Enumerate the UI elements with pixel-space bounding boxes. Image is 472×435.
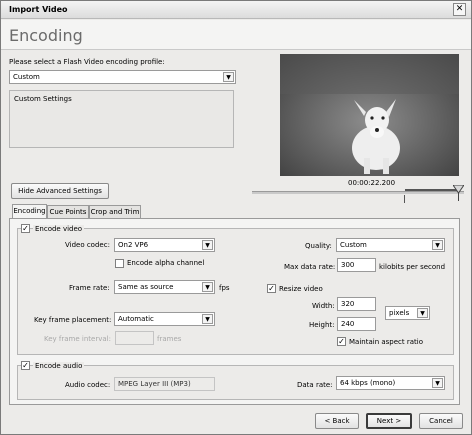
chevron-down-icon: ▼ [202,240,213,250]
height-input[interactable]: 240 [337,317,376,331]
chevron-down-icon: ▼ [223,72,234,82]
chevron-down-icon: ▼ [202,282,213,292]
profile-prompt: Please select a Flash Video encoding pro… [9,58,165,66]
max-data-rate-unit: kilobits per second [379,263,446,271]
keyframe-placement-select[interactable]: Automatic ▼ [114,312,215,326]
cancel-button[interactable]: Cancel [419,413,463,429]
width-label: Width: [312,302,335,310]
data-rate-label: Data rate: [297,381,333,389]
page-header: Encoding [1,20,471,50]
tab-crop-and-trim[interactable]: Crop and Trim [89,205,141,219]
tab-encoding[interactable]: Encoding [12,204,47,219]
close-icon[interactable]: ✕ [453,3,466,16]
chevron-down-icon: ▼ [432,378,443,388]
profile-select-value: Custom [13,73,40,81]
encode-alpha-checkbox[interactable] [115,259,124,268]
size-units-select[interactable]: pixels ▼ [385,306,430,320]
preview-timecode: 00:00:22.200 [348,179,396,187]
profile-description-box: Custom Settings [9,90,234,148]
import-video-window: Import Video ✕ Encoding Please select a … [0,0,472,435]
video-preview [280,54,459,176]
quality-value: Custom [340,241,367,249]
encode-video-label: Encode video [33,225,85,233]
keyframe-interval-label: Key frame interval: [44,335,111,343]
keyframe-interval-input[interactable] [115,331,154,345]
max-data-rate-input[interactable]: 300 [337,258,376,272]
audio-codec-value: MPEG Layer III (MP3) [114,377,215,391]
height-label: Height: [309,321,335,329]
encode-audio-label: Encode audio [33,362,85,370]
page-title: Encoding [9,26,83,45]
quality-label: Quality: [305,242,332,250]
hide-advanced-settings-button[interactable]: Hide Advanced Settings [11,183,109,199]
maintain-aspect-label: Maintain aspect ratio [349,338,423,346]
width-input[interactable]: 320 [337,297,376,311]
audio-data-rate-select[interactable]: 64 kbps (mono) ▼ [336,376,445,390]
tab-cue-points[interactable]: Cue Points [47,205,89,219]
keyframe-placement-value: Automatic [118,315,154,323]
chevron-down-icon: ▼ [432,240,443,250]
video-codec-select[interactable]: On2 VP6 ▼ [114,238,215,252]
video-codec-value: On2 VP6 [118,241,149,249]
frame-rate-value: Same as source [118,283,174,291]
max-data-rate-label: Max data rate: [284,263,336,271]
trim-range [405,189,460,191]
chevron-down-icon: ▼ [417,308,428,318]
profile-description: Custom Settings [14,95,72,103]
maintain-aspect-checkbox[interactable]: ✓ [337,337,346,346]
frame-rate-label: Frame rate: [69,284,110,292]
title-bar: Import Video ✕ [1,1,471,19]
frame-rate-select[interactable]: Same as source ▼ [114,280,215,294]
chevron-down-icon: ▼ [202,314,213,324]
fps-unit: fps [219,284,230,292]
encode-video-checkbox[interactable]: ✓ [21,224,30,233]
quality-select[interactable]: Custom ▼ [336,238,445,252]
playhead-marker-icon[interactable] [453,185,464,201]
resize-video-checkbox[interactable]: ✓ [267,284,276,293]
video-codec-label: Video codec: [65,241,110,249]
preview-scrubber[interactable] [252,191,464,194]
window-title: Import Video [9,5,68,14]
audio-data-rate-value: 64 kbps (mono) [340,379,396,387]
profile-select[interactable]: Custom ▼ [9,70,236,84]
resize-video-label: Resize video [279,285,323,293]
size-units-value: pixels [389,309,410,317]
frames-unit: frames [157,335,182,343]
encode-alpha-label: Encode alpha channel [127,259,205,267]
keyframe-placement-label: Key frame placement: [34,316,112,324]
back-button[interactable]: < Back [315,413,359,429]
encode-audio-checkbox[interactable]: ✓ [21,361,30,370]
trim-in-marker[interactable] [404,195,409,203]
audio-codec-label: Audio codec: [65,381,111,389]
next-button[interactable]: Next > [366,413,412,429]
